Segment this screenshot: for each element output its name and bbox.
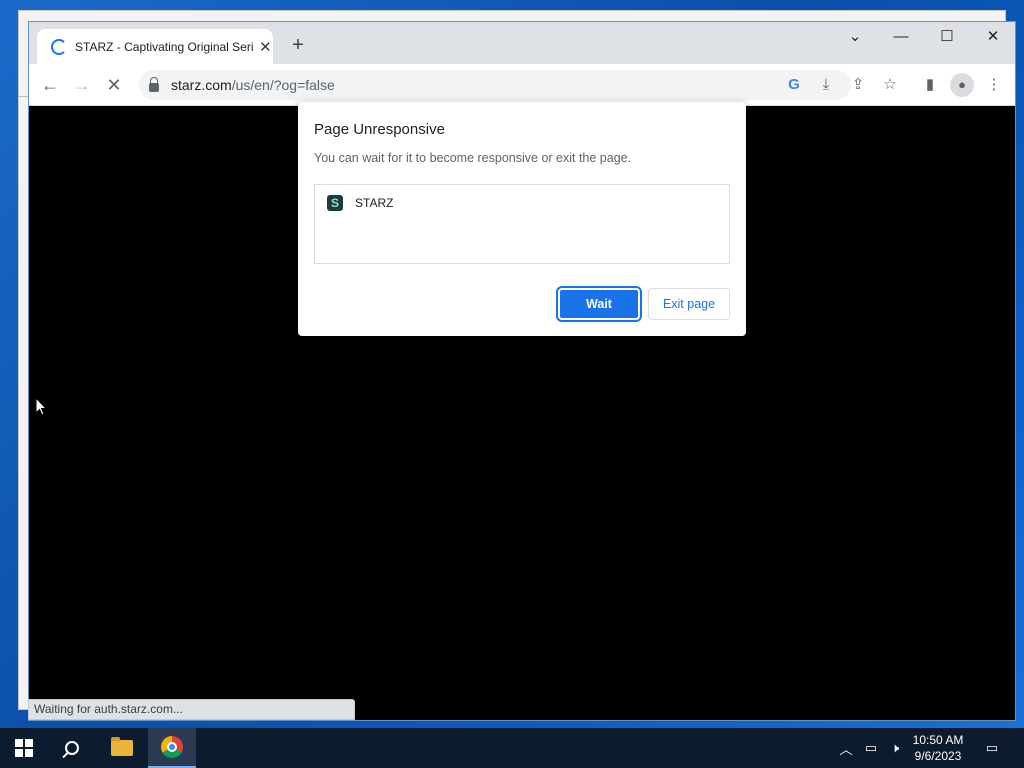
- stop-loading-button[interactable]: ✕: [101, 72, 127, 98]
- taskbar: ︿ ▭ 🕨 10:50 AM 9/6/2023 ▭: [0, 728, 1024, 768]
- menu-dots-icon[interactable]: ⋮: [982, 73, 1006, 97]
- file-explorer-button[interactable]: [98, 728, 146, 768]
- tab-starz[interactable]: STARZ - Captivating Original Series ✕: [37, 29, 273, 64]
- install-app-icon[interactable]: ⤓: [814, 73, 838, 97]
- bookmark-star-icon[interactable]: ☆: [878, 73, 902, 97]
- chrome-icon: [161, 736, 183, 758]
- tab-close-icon[interactable]: ✕: [259, 38, 272, 56]
- unresponsive-pages-list: S STARZ: [314, 184, 730, 264]
- tab-search-button[interactable]: ⌄: [832, 22, 878, 52]
- maximize-button[interactable]: ☐: [924, 22, 970, 52]
- share-icon[interactable]: ⇪: [846, 73, 870, 97]
- status-bubble: Waiting for auth.starz.com...: [28, 699, 355, 720]
- minimize-button[interactable]: —: [878, 22, 924, 52]
- start-button[interactable]: [0, 728, 48, 768]
- clock-date: 9/6/2023: [914, 749, 962, 763]
- url-host: starz.com: [171, 77, 232, 93]
- mouse-pointer-icon: [35, 397, 47, 416]
- loading-spinner-icon: [51, 38, 67, 55]
- tab-title: STARZ - Captivating Original Series: [75, 39, 253, 54]
- dialog-message: You can wait for it to become responsive…: [314, 151, 632, 165]
- starz-logo-icon: S: [327, 195, 343, 211]
- tab-strip: STARZ - Captivating Original Series ✕ + …: [29, 22, 1015, 64]
- show-hidden-icons-chevron-icon[interactable]: ︿: [836, 728, 856, 768]
- notifications-icon[interactable]: ▭: [980, 728, 1004, 768]
- volume-muted-icon[interactable]: 🕨: [884, 728, 906, 768]
- network-icon[interactable]: ▭: [860, 728, 882, 768]
- clock-time: 10:50 AM: [912, 733, 964, 747]
- wait-button[interactable]: Wait: [556, 286, 642, 322]
- browser-toolbar: ← → ✕ starz.com/us/en/?og=false G ⤓ ⇪ ☆ …: [29, 64, 1015, 106]
- chrome-taskbar-button[interactable]: [148, 728, 196, 768]
- forward-button[interactable]: →: [69, 72, 95, 98]
- new-tab-button[interactable]: +: [287, 34, 309, 56]
- list-item: S STARZ: [327, 195, 393, 211]
- windows-logo-icon: [15, 739, 33, 757]
- profile-avatar-icon[interactable]: ●: [950, 73, 974, 97]
- exit-page-button[interactable]: Exit page: [648, 288, 730, 320]
- lock-icon[interactable]: [149, 76, 159, 92]
- back-button[interactable]: ←: [37, 72, 63, 98]
- search-icon: [65, 741, 79, 755]
- address-bar[interactable]: starz.com/us/en/?og=false: [139, 70, 851, 100]
- folder-icon: [111, 737, 133, 756]
- dialog-title: Page Unresponsive: [314, 121, 445, 138]
- search-button[interactable]: [48, 728, 96, 768]
- url-path: /us/en/?og=false: [231, 77, 335, 93]
- system-clock[interactable]: 10:50 AM 9/6/2023: [906, 732, 970, 764]
- url-text: starz.com/us/en/?og=false: [171, 77, 335, 93]
- page-name: STARZ: [355, 196, 394, 210]
- google-lens-icon[interactable]: G: [782, 73, 806, 97]
- close-window-button[interactable]: ✕: [970, 22, 1015, 52]
- page-unresponsive-dialog: Page Unresponsive You can wait for it to…: [298, 102, 746, 336]
- side-panel-icon[interactable]: ▮: [918, 73, 942, 97]
